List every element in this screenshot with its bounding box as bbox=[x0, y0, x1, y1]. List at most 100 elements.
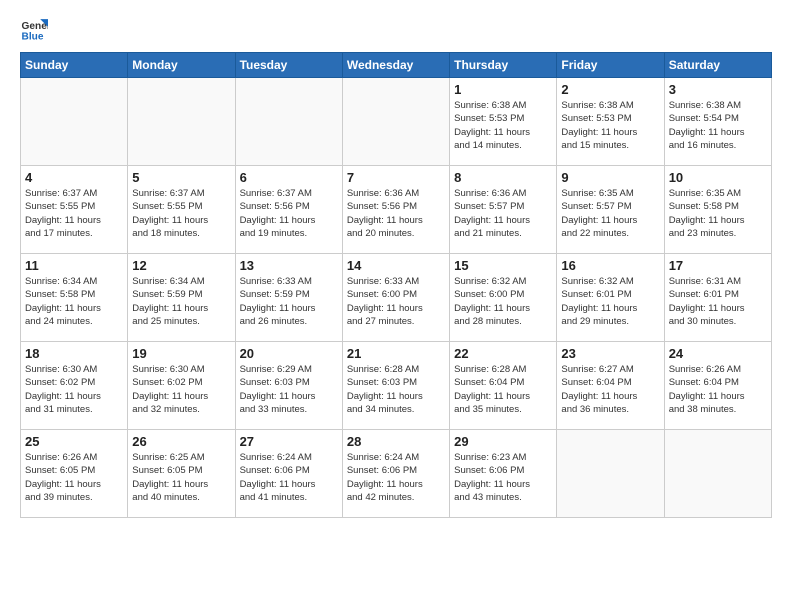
calendar-cell bbox=[128, 78, 235, 166]
day-number: 5 bbox=[132, 170, 230, 185]
day-info: Sunrise: 6:38 AM Sunset: 5:53 PM Dayligh… bbox=[561, 99, 659, 152]
day-number: 23 bbox=[561, 346, 659, 361]
day-number: 26 bbox=[132, 434, 230, 449]
calendar-cell: 11 Sunrise: 6:34 AM Sunset: 5:58 PM Dayli… bbox=[21, 254, 128, 342]
calendar-cell: 1 Sunrise: 6:38 AM Sunset: 5:53 PM Daylig… bbox=[450, 78, 557, 166]
day-number: 16 bbox=[561, 258, 659, 273]
day-info: Sunrise: 6:34 AM Sunset: 5:58 PM Dayligh… bbox=[25, 275, 123, 328]
day-info: Sunrise: 6:36 AM Sunset: 5:57 PM Dayligh… bbox=[454, 187, 552, 240]
day-number: 24 bbox=[669, 346, 767, 361]
day-number: 13 bbox=[240, 258, 338, 273]
calendar-cell: 28 Sunrise: 6:24 AM Sunset: 6:06 PM Dayli… bbox=[342, 430, 449, 518]
calendar-cell: 14 Sunrise: 6:33 AM Sunset: 6:00 PM Dayli… bbox=[342, 254, 449, 342]
calendar-cell: 10 Sunrise: 6:35 AM Sunset: 5:58 PM Dayli… bbox=[664, 166, 771, 254]
calendar-cell: 24 Sunrise: 6:26 AM Sunset: 6:04 PM Dayli… bbox=[664, 342, 771, 430]
weekday-header-sunday: Sunday bbox=[21, 53, 128, 78]
calendar-cell bbox=[21, 78, 128, 166]
day-number: 10 bbox=[669, 170, 767, 185]
day-number: 14 bbox=[347, 258, 445, 273]
day-number: 11 bbox=[25, 258, 123, 273]
calendar-cell: 4 Sunrise: 6:37 AM Sunset: 5:55 PM Daylig… bbox=[21, 166, 128, 254]
weekday-header-saturday: Saturday bbox=[664, 53, 771, 78]
day-number: 28 bbox=[347, 434, 445, 449]
day-number: 22 bbox=[454, 346, 552, 361]
day-info: Sunrise: 6:37 AM Sunset: 5:55 PM Dayligh… bbox=[132, 187, 230, 240]
calendar-cell: 23 Sunrise: 6:27 AM Sunset: 6:04 PM Dayli… bbox=[557, 342, 664, 430]
day-number: 12 bbox=[132, 258, 230, 273]
calendar-table: SundayMondayTuesdayWednesdayThursdayFrid… bbox=[20, 52, 772, 518]
day-info: Sunrise: 6:38 AM Sunset: 5:54 PM Dayligh… bbox=[669, 99, 767, 152]
day-info: Sunrise: 6:30 AM Sunset: 6:02 PM Dayligh… bbox=[132, 363, 230, 416]
day-number: 4 bbox=[25, 170, 123, 185]
calendar-cell: 26 Sunrise: 6:25 AM Sunset: 6:05 PM Dayli… bbox=[128, 430, 235, 518]
day-number: 29 bbox=[454, 434, 552, 449]
day-info: Sunrise: 6:32 AM Sunset: 6:01 PM Dayligh… bbox=[561, 275, 659, 328]
logo-icon: General Blue bbox=[20, 16, 48, 44]
day-info: Sunrise: 6:26 AM Sunset: 6:04 PM Dayligh… bbox=[669, 363, 767, 416]
calendar-cell: 17 Sunrise: 6:31 AM Sunset: 6:01 PM Dayli… bbox=[664, 254, 771, 342]
calendar-cell: 19 Sunrise: 6:30 AM Sunset: 6:02 PM Dayli… bbox=[128, 342, 235, 430]
calendar-cell: 9Sunrise: 6:35 AM Sunset: 5:57 PM Daylig… bbox=[557, 166, 664, 254]
day-info: Sunrise: 6:24 AM Sunset: 6:06 PM Dayligh… bbox=[240, 451, 338, 504]
logo: General Blue bbox=[20, 16, 48, 44]
calendar-cell: 2 Sunrise: 6:38 AM Sunset: 5:53 PM Daylig… bbox=[557, 78, 664, 166]
day-number: 8 bbox=[454, 170, 552, 185]
svg-text:Blue: Blue bbox=[22, 31, 44, 42]
day-info: Sunrise: 6:24 AM Sunset: 6:06 PM Dayligh… bbox=[347, 451, 445, 504]
day-number: 27 bbox=[240, 434, 338, 449]
calendar-cell: 12 Sunrise: 6:34 AM Sunset: 5:59 PM Dayli… bbox=[128, 254, 235, 342]
page-header: General Blue bbox=[20, 16, 772, 44]
day-number: 21 bbox=[347, 346, 445, 361]
day-number: 17 bbox=[669, 258, 767, 273]
weekday-header-friday: Friday bbox=[557, 53, 664, 78]
day-info: Sunrise: 6:36 AM Sunset: 5:56 PM Dayligh… bbox=[347, 187, 445, 240]
calendar-cell: 22 Sunrise: 6:28 AM Sunset: 6:04 PM Dayli… bbox=[450, 342, 557, 430]
day-number: 15 bbox=[454, 258, 552, 273]
day-info: Sunrise: 6:33 AM Sunset: 6:00 PM Dayligh… bbox=[347, 275, 445, 328]
day-number: 6 bbox=[240, 170, 338, 185]
day-info: Sunrise: 6:32 AM Sunset: 6:00 PM Dayligh… bbox=[454, 275, 552, 328]
calendar-cell: 20 Sunrise: 6:29 AM Sunset: 6:03 PM Dayli… bbox=[235, 342, 342, 430]
day-info: Sunrise: 6:26 AM Sunset: 6:05 PM Dayligh… bbox=[25, 451, 123, 504]
day-info: Sunrise: 6:25 AM Sunset: 6:05 PM Dayligh… bbox=[132, 451, 230, 504]
day-info: Sunrise: 6:35 AM Sunset: 5:58 PM Dayligh… bbox=[669, 187, 767, 240]
day-number: 25 bbox=[25, 434, 123, 449]
weekday-header-tuesday: Tuesday bbox=[235, 53, 342, 78]
calendar-cell: 21Sunrise: 6:28 AM Sunset: 6:03 PM Dayli… bbox=[342, 342, 449, 430]
calendar-cell bbox=[342, 78, 449, 166]
day-info: Sunrise: 6:35 AM Sunset: 5:57 PM Dayligh… bbox=[561, 187, 659, 240]
day-number: 7 bbox=[347, 170, 445, 185]
day-info: Sunrise: 6:37 AM Sunset: 5:55 PM Dayligh… bbox=[25, 187, 123, 240]
calendar-cell: 8 Sunrise: 6:36 AM Sunset: 5:57 PM Daylig… bbox=[450, 166, 557, 254]
day-info: Sunrise: 6:31 AM Sunset: 6:01 PM Dayligh… bbox=[669, 275, 767, 328]
calendar-cell: 25 Sunrise: 6:26 AM Sunset: 6:05 PM Dayli… bbox=[21, 430, 128, 518]
day-number: 18 bbox=[25, 346, 123, 361]
calendar-cell: 29 Sunrise: 6:23 AM Sunset: 6:06 PM Dayli… bbox=[450, 430, 557, 518]
day-number: 3 bbox=[669, 82, 767, 97]
calendar-cell: 15 Sunrise: 6:32 AM Sunset: 6:00 PM Dayli… bbox=[450, 254, 557, 342]
day-number: 1 bbox=[454, 82, 552, 97]
day-info: Sunrise: 6:33 AM Sunset: 5:59 PM Dayligh… bbox=[240, 275, 338, 328]
day-info: Sunrise: 6:23 AM Sunset: 6:06 PM Dayligh… bbox=[454, 451, 552, 504]
day-info: Sunrise: 6:30 AM Sunset: 6:02 PM Dayligh… bbox=[25, 363, 123, 416]
day-info: Sunrise: 6:34 AM Sunset: 5:59 PM Dayligh… bbox=[132, 275, 230, 328]
calendar-cell: 6Sunrise: 6:37 AM Sunset: 5:56 PM Daylig… bbox=[235, 166, 342, 254]
calendar-cell bbox=[235, 78, 342, 166]
day-info: Sunrise: 6:38 AM Sunset: 5:53 PM Dayligh… bbox=[454, 99, 552, 152]
weekday-header-wednesday: Wednesday bbox=[342, 53, 449, 78]
calendar-cell: 27 Sunrise: 6:24 AM Sunset: 6:06 PM Dayli… bbox=[235, 430, 342, 518]
calendar-cell: 16 Sunrise: 6:32 AM Sunset: 6:01 PM Dayli… bbox=[557, 254, 664, 342]
day-info: Sunrise: 6:27 AM Sunset: 6:04 PM Dayligh… bbox=[561, 363, 659, 416]
day-number: 19 bbox=[132, 346, 230, 361]
weekday-header-monday: Monday bbox=[128, 53, 235, 78]
day-number: 2 bbox=[561, 82, 659, 97]
calendar-cell: 3 Sunrise: 6:38 AM Sunset: 5:54 PM Daylig… bbox=[664, 78, 771, 166]
calendar-cell: 13 Sunrise: 6:33 AM Sunset: 5:59 PM Dayli… bbox=[235, 254, 342, 342]
day-info: Sunrise: 6:29 AM Sunset: 6:03 PM Dayligh… bbox=[240, 363, 338, 416]
weekday-header-thursday: Thursday bbox=[450, 53, 557, 78]
calendar-cell bbox=[557, 430, 664, 518]
calendar-cell: 7 Sunrise: 6:36 AM Sunset: 5:56 PM Daylig… bbox=[342, 166, 449, 254]
day-number: 20 bbox=[240, 346, 338, 361]
calendar-cell: 5 Sunrise: 6:37 AM Sunset: 5:55 PM Daylig… bbox=[128, 166, 235, 254]
day-info: Sunrise: 6:28 AM Sunset: 6:04 PM Dayligh… bbox=[454, 363, 552, 416]
